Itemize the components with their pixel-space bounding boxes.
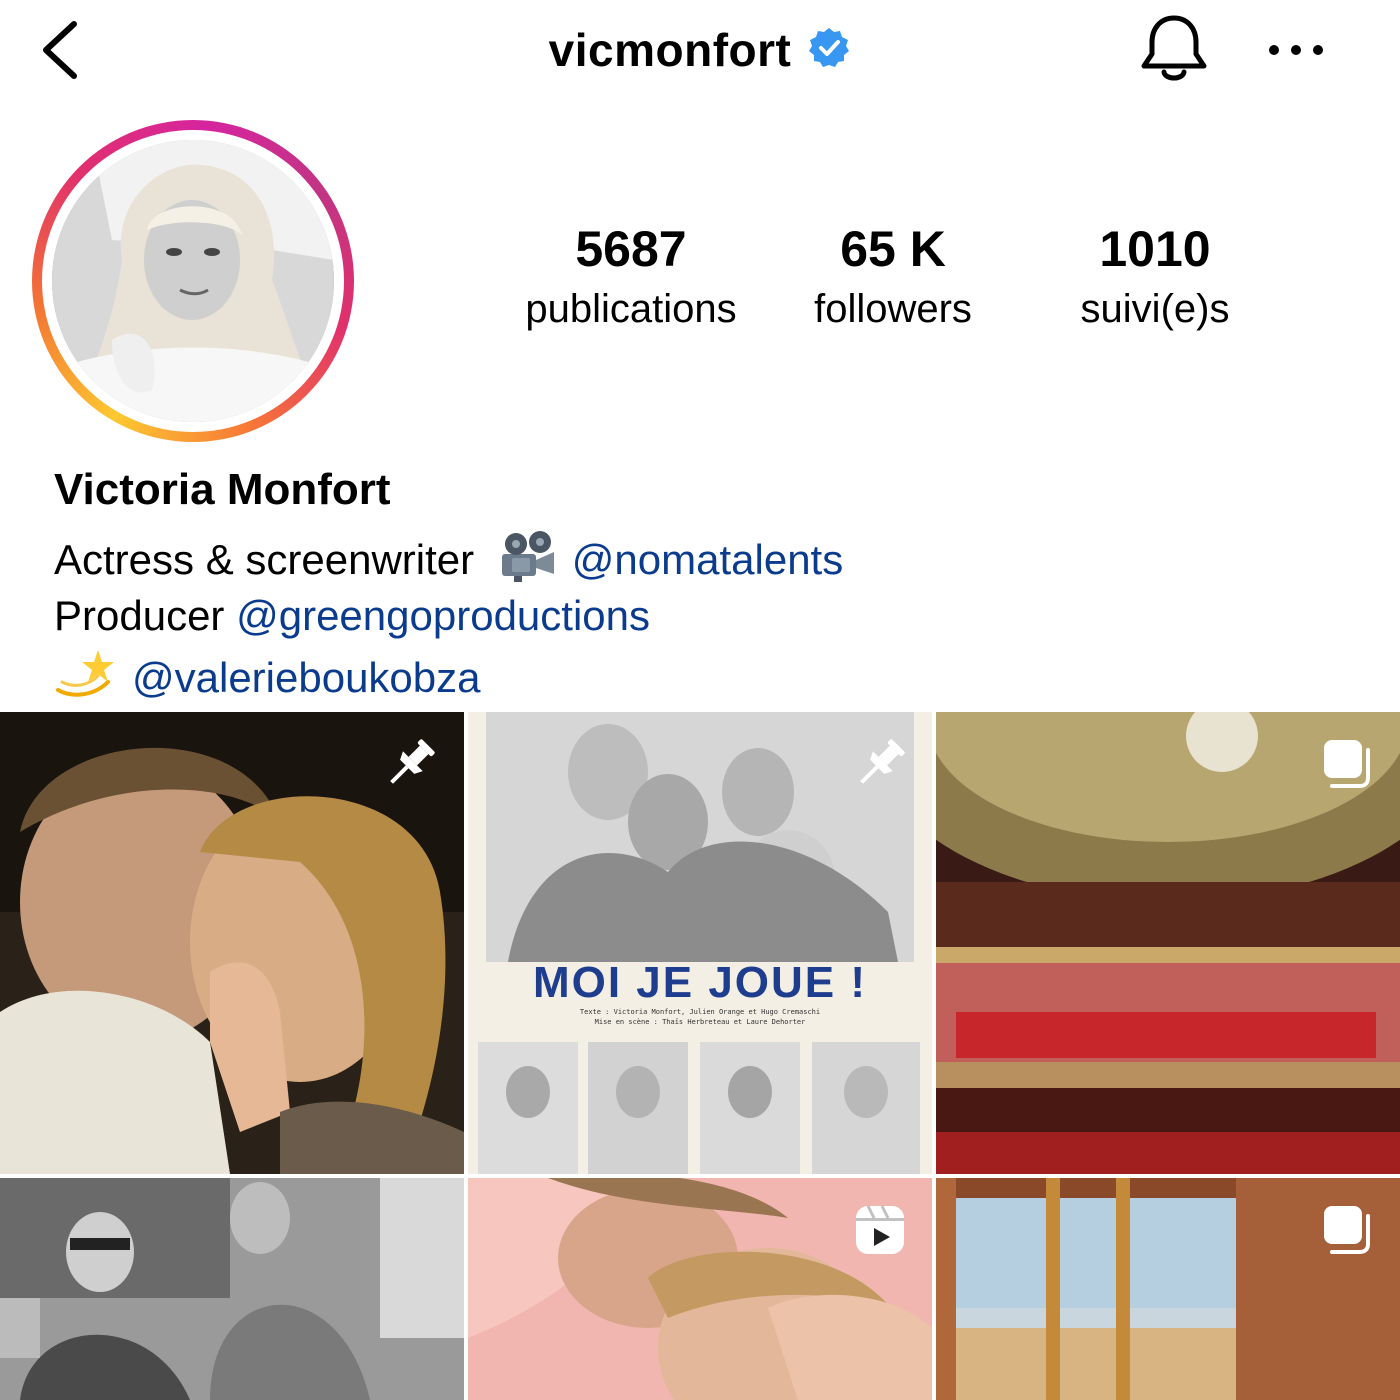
stat-followers[interactable]: 65 K followers <box>786 218 1000 334</box>
mention-nomatalents[interactable]: @nomatalents <box>572 536 843 583</box>
pin-icon <box>850 734 910 794</box>
stat-following[interactable]: 1010 suivi(e)s <box>1050 218 1260 334</box>
avatar[interactable] <box>52 140 334 422</box>
carousel-icon <box>1318 1200 1378 1260</box>
followers-count: 65 K <box>840 221 946 277</box>
post-tile-5[interactable] <box>468 1178 932 1400</box>
reel-icon <box>850 1200 910 1260</box>
post-tile-1[interactable] <box>0 712 464 1174</box>
followers-label: followers <box>814 287 972 331</box>
bio-line-2: Producer @greengoproductions <box>54 588 650 644</box>
following-label: suivi(e)s <box>1080 287 1230 331</box>
bio-text-1: Actress & screenwriter <box>54 536 475 584</box>
bio-line-3: @valerieboukobza <box>54 646 481 716</box>
profile-header: vicmonfort <box>0 0 1400 110</box>
poster-title: MOI JE JOUE ! <box>532 958 868 1007</box>
publications-label: publications <box>525 287 737 331</box>
publications-count: 5687 <box>575 221 687 277</box>
post-tile-6[interactable] <box>936 1178 1400 1400</box>
stat-publications[interactable]: 5687 publications <box>506 218 756 334</box>
bio-text-2: Producer <box>54 592 225 639</box>
posts-grid: MOI JE JOUE ! Texte : Victoria Monfort, … <box>0 712 1400 1400</box>
mention-greengoproductions[interactable]: @greengoproductions <box>236 592 650 639</box>
post-tile-3[interactable] <box>936 712 1400 1174</box>
following-count: 1010 <box>1099 221 1211 277</box>
story-ring[interactable] <box>32 120 354 442</box>
notifications-button[interactable] <box>1138 10 1210 88</box>
mention-valerieboukobza[interactable]: @valerieboukobza <box>132 654 481 701</box>
carousel-icon <box>1318 734 1378 794</box>
pin-icon <box>380 734 440 794</box>
poster-credit-1: Texte : Victoria Monfort, Julien Orange … <box>579 1008 821 1016</box>
profile-full-name: Victoria Monfort <box>54 465 391 514</box>
ellipsis-icon <box>1269 45 1323 55</box>
verified-badge-icon <box>807 26 851 70</box>
post-tile-2[interactable]: MOI JE JOUE ! Texte : Victoria Monfort, … <box>468 712 932 1174</box>
username: vicmonfort <box>548 24 792 76</box>
post-tile-4[interactable] <box>0 1178 464 1400</box>
dizzy-star-icon <box>54 646 114 716</box>
more-options-button[interactable] <box>1264 30 1328 70</box>
bell-icon <box>1141 15 1207 81</box>
poster-credit-2: Mise en scène : Thaïs Herbreteau et Laur… <box>594 1018 806 1026</box>
